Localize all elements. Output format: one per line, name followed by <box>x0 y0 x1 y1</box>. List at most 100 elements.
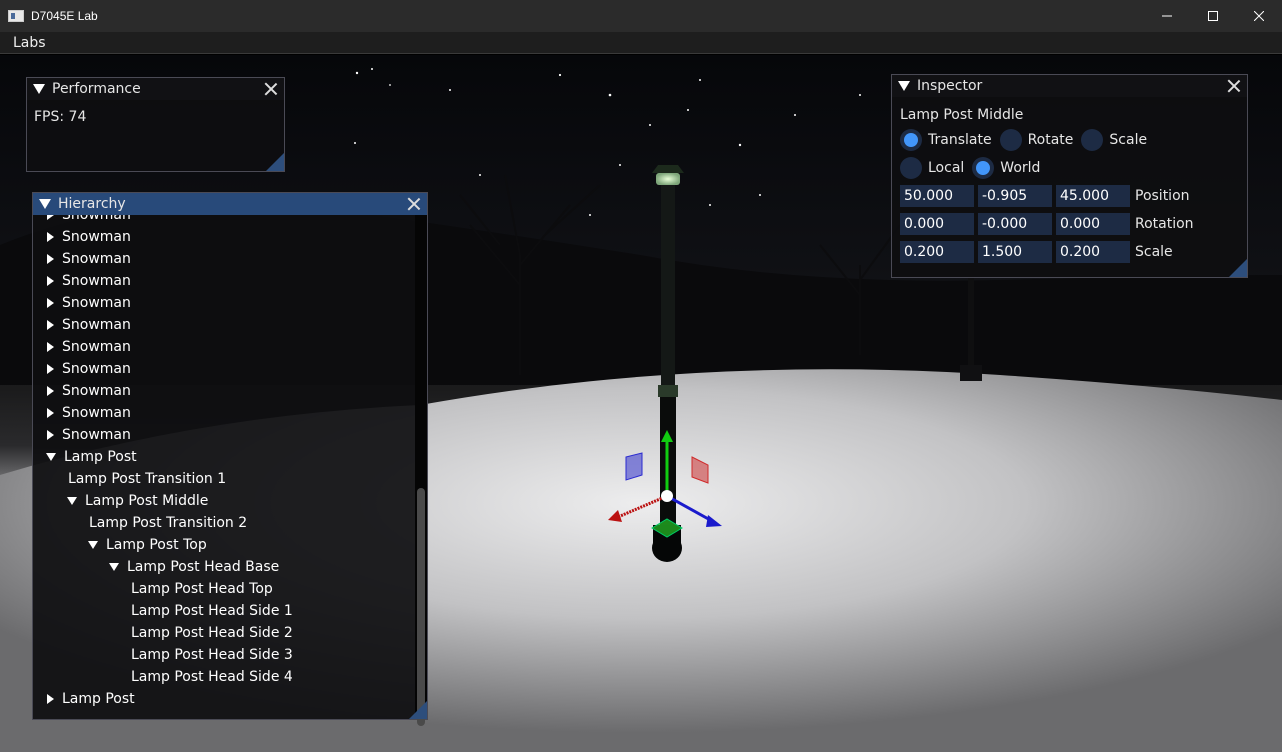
gizmo-center[interactable] <box>661 490 673 502</box>
gizmo-space-group: Local World <box>900 157 1048 179</box>
radio-translate[interactable]: Translate <box>900 129 992 151</box>
radio-label: Local <box>928 160 965 176</box>
tree-node[interactable]: Lamp Post Head Side 4 <box>33 666 415 688</box>
radio-dot[interactable] <box>900 129 922 151</box>
position-label: Position <box>1135 188 1190 204</box>
performance-panel: Performance FPS: 74 <box>26 77 285 172</box>
collapse-icon[interactable] <box>898 81 910 91</box>
tree-node[interactable]: Lamp Post Middle <box>33 490 415 512</box>
tree-node[interactable]: Lamp Post Head Top <box>33 578 415 600</box>
menu-labs[interactable]: Labs <box>0 35 59 51</box>
close-icon[interactable] <box>264 82 278 96</box>
tree-node[interactable]: Lamp Post Transition 1 <box>33 468 415 490</box>
radio-label: Rotate <box>1027 132 1074 148</box>
expanded-arrow-icon[interactable] <box>88 541 98 549</box>
tree-node-label: Snowman <box>62 273 131 289</box>
rotation-y-field[interactable]: -0.000 <box>978 213 1052 235</box>
tree-node[interactable]: Lamp Post Top <box>33 534 415 556</box>
rotation-x-field[interactable]: 0.000 <box>900 213 974 235</box>
tree-node-label: Lamp Post Head Top <box>131 581 273 597</box>
tree-node[interactable]: Lamp Post Head Side 3 <box>33 644 415 666</box>
radio-dot[interactable] <box>972 157 995 179</box>
close-icon[interactable] <box>407 197 421 211</box>
performance-header[interactable]: Performance <box>27 78 284 100</box>
expanded-arrow-icon[interactable] <box>109 563 119 571</box>
collapsed-arrow-icon[interactable] <box>47 232 54 242</box>
app-icon <box>8 10 24 22</box>
expanded-arrow-icon[interactable] <box>67 497 77 505</box>
tree-node[interactable]: Lamp Post Head Side 1 <box>33 600 415 622</box>
performance-title: Performance <box>52 81 141 97</box>
collapsed-arrow-icon[interactable] <box>47 694 54 704</box>
tree-node[interactable]: Lamp Post <box>33 446 415 468</box>
scale-z-field[interactable]: 0.200 <box>1056 241 1130 263</box>
expanded-arrow-icon[interactable] <box>46 453 56 461</box>
gizmo-plane-xy[interactable] <box>625 452 643 481</box>
hierarchy-scrollbar[interactable] <box>415 215 427 726</box>
tree-node-label: Lamp Post Top <box>106 537 207 553</box>
minimize-button[interactable] <box>1144 0 1190 32</box>
tree-node-label: Snowman <box>62 361 131 377</box>
tree-node[interactable]: Snowman <box>33 226 415 248</box>
hierarchy-header[interactable]: Hierarchy <box>33 193 427 215</box>
tree-node[interactable]: Snowman <box>33 215 415 226</box>
hierarchy-title: Hierarchy <box>58 196 126 212</box>
tree-node[interactable]: Snowman <box>33 270 415 292</box>
collapsed-arrow-icon[interactable] <box>47 320 54 330</box>
radio-dot[interactable] <box>1081 129 1104 151</box>
tree-node[interactable]: Lamp Post Head Side 2 <box>33 622 415 644</box>
close-window-button[interactable] <box>1236 0 1282 32</box>
close-icon[interactable] <box>1227 79 1241 93</box>
tree-node[interactable]: Snowman <box>33 358 415 380</box>
inspector-header[interactable]: Inspector <box>892 75 1247 97</box>
collapsed-arrow-icon[interactable] <box>47 408 54 418</box>
tree-node[interactable]: Lamp Post Head Base <box>33 556 415 578</box>
scale-label: Scale <box>1135 244 1173 260</box>
position-z-field[interactable]: 45.000 <box>1056 185 1130 207</box>
tree-node-label: Snowman <box>62 251 131 267</box>
tree-node[interactable]: Snowman <box>33 402 415 424</box>
tree-node[interactable]: Snowman <box>33 336 415 358</box>
collapsed-arrow-icon[interactable] <box>47 215 54 220</box>
scrollbar-thumb[interactable] <box>417 488 425 726</box>
tree-node[interactable]: Snowman <box>33 248 415 270</box>
collapse-icon[interactable] <box>33 84 45 94</box>
radio-local[interactable]: Local <box>900 157 964 179</box>
hierarchy-tree[interactable]: Snowman Snowman Snowman Snowman Snowman Snowm… <box>33 215 415 718</box>
collapsed-arrow-icon[interactable] <box>47 364 54 374</box>
collapsed-arrow-icon[interactable] <box>47 386 54 396</box>
collapsed-arrow-icon[interactable] <box>47 254 54 264</box>
tree-node[interactable]: Snowman <box>33 292 415 314</box>
collapsed-arrow-icon[interactable] <box>47 342 54 352</box>
radio-dot[interactable] <box>999 129 1022 151</box>
scale-y-field[interactable]: 1.500 <box>978 241 1052 263</box>
tree-node[interactable]: Snowman <box>33 424 415 446</box>
maximize-button[interactable] <box>1190 0 1236 32</box>
collapsed-arrow-icon[interactable] <box>47 276 54 286</box>
radio-scale[interactable]: Scale <box>1081 129 1147 151</box>
tree-node-label: Lamp Post <box>62 691 135 707</box>
tree-node[interactable]: Lamp Post Transition 2 <box>33 512 415 534</box>
collapsed-arrow-icon[interactable] <box>47 430 54 440</box>
radio-dot[interactable] <box>900 157 922 179</box>
rotation-z-field[interactable]: 0.000 <box>1056 213 1130 235</box>
radio-world[interactable]: World <box>972 157 1040 179</box>
tree-node-label: Snowman <box>62 383 131 399</box>
far-lamp-post <box>968 275 974 370</box>
resize-grip-icon[interactable] <box>409 701 427 719</box>
radio-rotate[interactable]: Rotate <box>999 129 1074 151</box>
inspector-title: Inspector <box>917 78 983 94</box>
scale-x-field[interactable]: 0.200 <box>900 241 974 263</box>
position-x-field[interactable]: 50.000 <box>900 185 974 207</box>
collapsed-arrow-icon[interactable] <box>47 298 54 308</box>
tree-node[interactable]: Snowman <box>33 314 415 336</box>
tree-node[interactable]: Snowman <box>33 380 415 402</box>
tree-node[interactable]: Lamp Post <box>33 688 415 710</box>
tree-node-label: Snowman <box>62 215 131 223</box>
resize-grip-icon[interactable] <box>1229 259 1247 277</box>
collapse-icon[interactable] <box>39 199 51 209</box>
tree-node-label: Snowman <box>62 339 131 355</box>
position-y-field[interactable]: -0.905 <box>978 185 1052 207</box>
tree-node-label: Lamp Post Head Side 1 <box>131 603 293 619</box>
resize-grip-icon[interactable] <box>266 153 284 171</box>
